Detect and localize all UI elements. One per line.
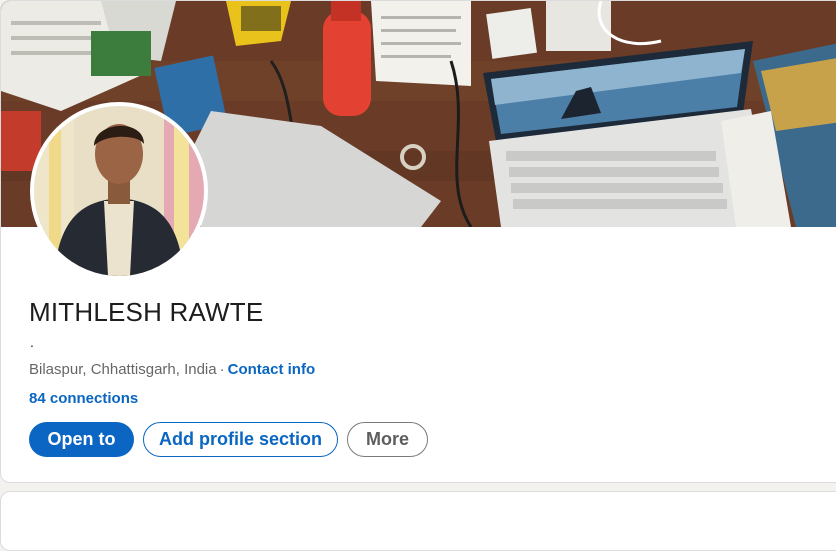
- profile-name: MITHLESH RAWTE: [29, 297, 264, 327]
- profile-photo[interactable]: [30, 102, 208, 280]
- add-profile-section-button[interactable]: Add profile section: [143, 422, 338, 457]
- contact-info-link[interactable]: Contact info: [228, 361, 316, 378]
- open-to-button[interactable]: Open to: [29, 422, 134, 457]
- connections-link[interactable]: 84 connections: [29, 390, 138, 407]
- location-text: Bilaspur, Chhattisgarh, India: [29, 361, 217, 378]
- more-button[interactable]: More: [347, 422, 428, 457]
- separator-dot: ·: [219, 361, 225, 378]
- next-section-card: [0, 491, 836, 551]
- profile-headline: .: [30, 334, 34, 350]
- profile-card: MITHLESH RAWTE . Bilaspur, Chhattisgarh,…: [0, 0, 836, 483]
- location-line: Bilaspur, Chhattisgarh, India · Contact in…: [29, 361, 315, 378]
